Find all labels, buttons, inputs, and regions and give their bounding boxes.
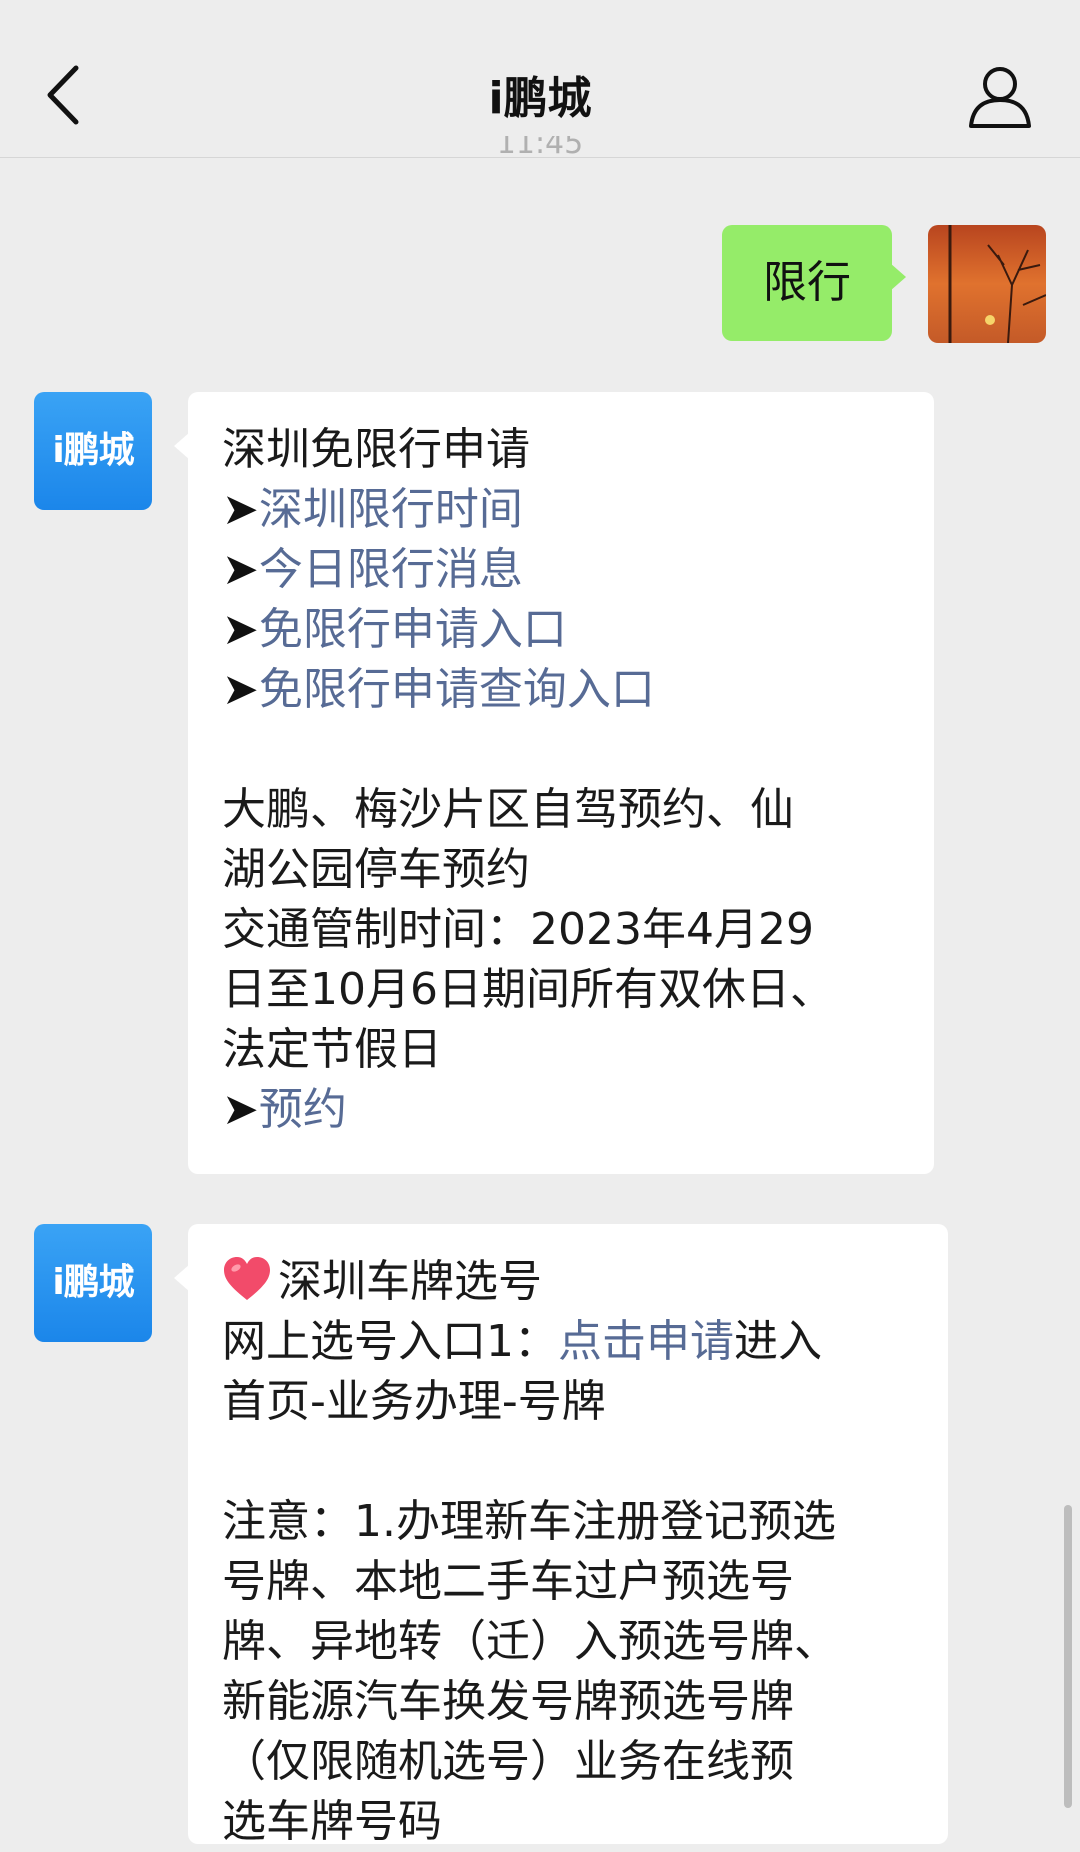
link-apply[interactable]: 点击申请 — [558, 1316, 734, 1367]
bot-avatar[interactable]: i鹏城 — [34, 1224, 152, 1342]
message-text-line: 号牌、本地二手车过户预选号 — [222, 1556, 794, 1607]
bot-avatar-label: i鹏城 — [52, 430, 134, 471]
heart-icon — [224, 1257, 270, 1300]
user-profile-icon[interactable] — [965, 62, 1035, 132]
bot-avatar-label: i鹏城 — [52, 1262, 134, 1303]
user-message-bubble[interactable]: 限行 — [722, 225, 906, 341]
link-reserve[interactable]: 预约 — [259, 1084, 347, 1135]
arrow-bullet: ➤ — [222, 604, 259, 655]
arrow-bullet: ➤ — [222, 1084, 259, 1135]
arrow-bullet: ➤ — [222, 544, 259, 595]
message-text-line: 大鹏、梅沙片区自驾预约、仙 — [222, 784, 794, 835]
message-text-line: 牌、异地转（迁）入预选号牌、 — [222, 1616, 838, 1667]
message-text-line: 选车牌号码 — [222, 1796, 442, 1847]
link-today-restriction[interactable]: 今日限行消息 — [259, 544, 523, 595]
scrollbar[interactable] — [1064, 1505, 1072, 1808]
message-bubble-plate: 深圳车牌选号 网上选号入口1：点击申请进入 首页-业务办理-号牌 注意：1.办理… — [174, 1224, 948, 1847]
top-bar: i鹏城 — [0, 0, 1080, 158]
link-exemption-apply[interactable]: 免限行申请入口 — [259, 604, 567, 655]
timestamp: 11:45 — [496, 136, 584, 156]
message-text-line: 法定节假日 — [222, 1024, 442, 1075]
message-text-line: 注意：1.办理新车注册登记预选 — [222, 1496, 836, 1547]
arrow-bullet: ➤ — [222, 664, 259, 715]
message-text-line: 新能源汽车换发号牌预选号牌 — [222, 1676, 794, 1727]
message-text-line: （仅限随机选号）业务在线预 — [222, 1736, 794, 1787]
message-text-line: 湖公园停车预约 — [222, 844, 530, 895]
message-heading: 深圳车牌选号 — [278, 1256, 542, 1307]
chat-title: i鹏城 — [488, 73, 592, 124]
link-exemption-query[interactable]: 免限行申请查询入口 — [259, 664, 655, 715]
entry-suffix: 进入 — [734, 1316, 822, 1367]
message-text-line: 交通管制时间：2023年4月29 — [222, 904, 814, 955]
sunset-avatar-image — [928, 225, 1046, 343]
user-avatar[interactable] — [928, 225, 1046, 343]
link-restriction-time[interactable]: 深圳限行时间 — [259, 484, 523, 535]
message-text-line: 首页-业务办理-号牌 — [222, 1376, 606, 1427]
message-text-line: 日至10月6日期间所有双休日、 — [222, 964, 834, 1015]
message-heading: 深圳免限行申请 — [222, 424, 530, 475]
message-bubble-restriction: 深圳免限行申请 ➤深圳限行时间 ➤今日限行消息 ➤免限行申请入口 ➤免限行申请查… — [174, 392, 934, 1174]
bot-avatar[interactable]: i鹏城 — [34, 392, 152, 510]
user-message-text: 限行 — [763, 257, 851, 308]
arrow-bullet: ➤ — [222, 484, 259, 535]
entry-prefix: 网上选号入口1： — [222, 1316, 558, 1367]
